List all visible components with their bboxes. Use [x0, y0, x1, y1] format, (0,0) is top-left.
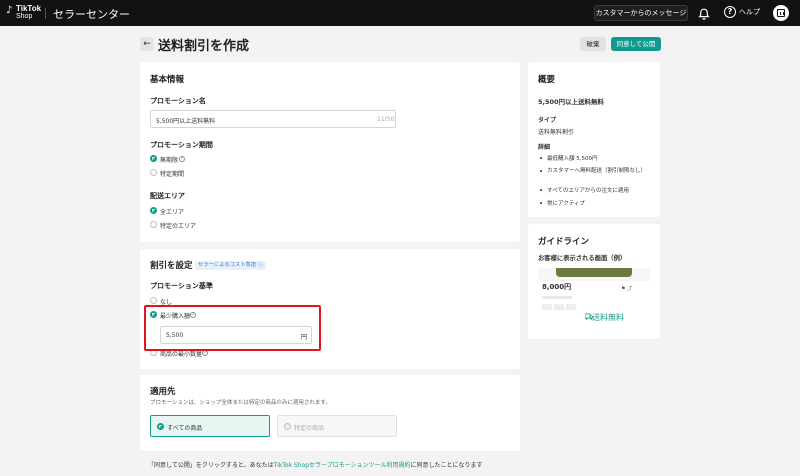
help-icon: ? [724, 6, 736, 18]
top-bar: ♪ TikTok Shop セラーセンター カスタマーからのメッセージ ? ヘル… [0, 0, 800, 26]
tiktok-note-icon: ♪ [6, 5, 13, 16]
help-label: ヘルプ [739, 8, 760, 16]
period-label: プロモーション期間 [150, 141, 213, 149]
summary-detail-item: カスタマーへ無料配送（割引制限なし） [547, 168, 647, 174]
period-specific-radio[interactable] [150, 169, 157, 176]
guideline-subheading: お客様に表示される画面（例） [538, 255, 627, 262]
store-avatar-icon[interactable] [773, 5, 789, 21]
share-icon: ⚑ ⤴ [621, 286, 633, 292]
logo-text-tiktok: TikTok [16, 4, 42, 13]
preview-chip [542, 304, 552, 310]
promo-name-label: プロモーション名 [150, 97, 206, 105]
scope-heading: 適用先 [150, 387, 176, 397]
area-all-radio[interactable] [150, 207, 157, 214]
bullet [540, 189, 542, 191]
preview-chip [566, 304, 576, 310]
summary-details-label: 詳細 [538, 144, 551, 151]
help-button[interactable]: ? ヘルプ [724, 6, 764, 20]
terms-post: に同意したことになります [410, 462, 483, 469]
basic-info-heading: 基本情報 [150, 75, 185, 85]
product-image [556, 268, 632, 277]
scope-card: 適用先 プロモーションは、ショップ全体または特定の商品のみに適用されます。 すべ… [140, 375, 520, 451]
promo-name-counter: 11/50 [377, 116, 395, 123]
bell-icon[interactable] [697, 6, 711, 20]
info-icon[interactable]: ? [179, 155, 185, 162]
back-button[interactable]: ← [140, 37, 154, 51]
preview-bar [542, 296, 572, 299]
area-specific-radio[interactable] [150, 221, 157, 228]
bullet [540, 170, 542, 172]
period-unlimited-label: 無期限 [160, 157, 179, 164]
summary-detail-item: 最低購入額 5,500円 [547, 156, 598, 162]
criteria-none-radio[interactable] [150, 297, 157, 304]
area-label: 配送エリア [150, 192, 185, 200]
tiktok-shop-logo[interactable]: ♪ TikTok Shop [6, 3, 46, 23]
preview-chip [554, 304, 564, 310]
bullet [540, 157, 542, 159]
all-products-radio[interactable] [157, 423, 164, 430]
period-specific-label: 特定期間 [160, 171, 185, 178]
criteria-label: プロモーション基準 [150, 282, 213, 290]
preview-price: 8,000円 [542, 283, 572, 291]
period-unlimited-radio[interactable] [150, 155, 157, 162]
discount-heading: 割引を設定 [150, 261, 193, 271]
area-specific-label: 特定のエリア [160, 223, 197, 230]
customer-messages-button[interactable]: カスタマーからのメッセージ [594, 5, 688, 21]
specific-products-radio[interactable] [284, 423, 291, 430]
logo-text-shop: Shop [16, 13, 33, 20]
bullet [540, 202, 542, 204]
summary-type-value: 送料無料割引 [538, 129, 575, 136]
info-icon: ⓘ [256, 262, 264, 268]
terms-pre: 「同意して公開」をクリックすると、あなたは [148, 462, 274, 469]
guideline-heading: ガイドライン [538, 237, 590, 247]
summary-type-label: タイプ [538, 117, 557, 124]
terms-link[interactable]: TikTok Shopセラープロモーションツール利用規約 [274, 462, 411, 469]
seller-center-title: セラーセンター [53, 8, 130, 21]
discard-button[interactable]: 破棄 [580, 37, 606, 51]
specific-products-option[interactable]: 特定の商品 [277, 415, 397, 437]
divider [45, 8, 46, 19]
summary-heading: 概要 [538, 75, 556, 85]
preview-free-shipping: 送料無料 [592, 313, 624, 322]
scope-description: プロモーションは、ショップ全体または特定の商品のみに適用されます。 [150, 400, 331, 406]
promo-name-value: 5,500円以上送料無料 [156, 118, 216, 125]
specific-products-label: 特定の商品 [294, 425, 325, 432]
agree-publish-button[interactable]: 同意して公開 [611, 37, 661, 51]
seller-cost-tag-text: セラーによるコスト負担 [198, 262, 257, 268]
all-products-label: すべての商品 [167, 425, 203, 432]
summary-card: 概要 5,500円以上送料無料 タイプ 送料無料割引 詳細 最低購入額 5,50… [528, 62, 660, 217]
seller-cost-tag: セラーによるコスト負担 ⓘ [195, 261, 267, 270]
area-all-label: 全エリア [160, 209, 185, 216]
terms-notice: 「同意して公開」をクリックすると、あなたはTikTok Shopセラープロモーシ… [148, 460, 483, 469]
page-title: 送料割引を作成 [158, 39, 250, 54]
promo-name-input[interactable]: 5,500円以上送料無料 11/50 [150, 110, 396, 128]
all-products-option[interactable]: すべての商品 [150, 415, 270, 437]
summary-detail-item: 常にアクティブ [547, 201, 585, 207]
basic-info-card: 基本情報 プロモーション名 5,500円以上送料無料 11/50 プロモーション… [140, 62, 520, 242]
highlight-box [144, 305, 321, 351]
customer-view-preview: 8,000円 ⚑ ⤴ 送料無料 [538, 268, 650, 332]
summary-detail-item: すべてのエリアからの注文に適用 [547, 188, 629, 194]
summary-promo-name: 5,500円以上送料無料 [538, 98, 605, 106]
